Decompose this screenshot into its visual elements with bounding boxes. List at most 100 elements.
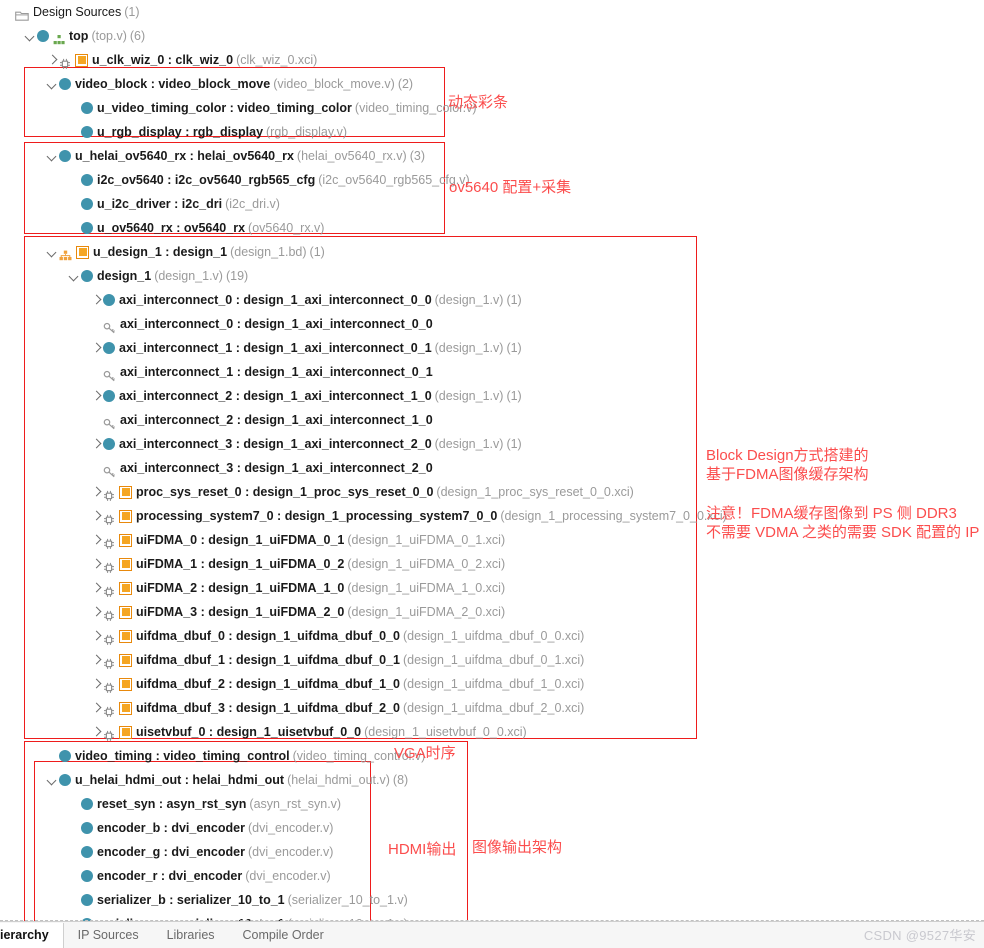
tree-row-filename: (top.v) [91, 29, 127, 43]
tree-row[interactable]: u_helai_hdmi_out : helai_hdmi_out (helai_… [46, 768, 408, 792]
tree-row-label: u_video_timing_color : video_timing_colo… [97, 101, 352, 115]
tab-compile-order[interactable]: Compile Order [229, 923, 338, 948]
chevron-right-icon[interactable] [90, 288, 103, 312]
tree-row[interactable]: u_video_timing_color : video_timing_colo… [68, 96, 477, 120]
chevron-right-icon[interactable] [90, 624, 103, 648]
chevron-right-icon[interactable] [90, 696, 103, 720]
bottom-tab-bar[interactable]: ierarchy IP Sources Libraries Compile Order [0, 921, 984, 948]
orange-square-icon [119, 677, 132, 691]
tree-row-filename: (design_1.v) [434, 341, 504, 355]
chevron-right-icon[interactable] [90, 384, 103, 408]
tree-row[interactable]: axi_interconnect_3 : design_1_axi_interc… [90, 432, 522, 456]
tree-row-count: (1) [506, 389, 522, 403]
tree-row[interactable]: axi_interconnect_1 : design_1_axi_interc… [90, 360, 433, 384]
chevron-down-icon[interactable] [46, 72, 59, 96]
module-icon [37, 30, 49, 42]
tree-row[interactable]: u_helai_ov5640_rx : helai_ov5640_rx (hela… [46, 144, 425, 168]
tree-row[interactable]: encoder_b : dvi_encoder (dvi_encoder.v) [68, 816, 333, 840]
module-icon [81, 822, 93, 834]
chevron-down-icon[interactable] [46, 768, 59, 792]
module-icon [103, 438, 115, 450]
tree-row-count: (1) [506, 293, 522, 307]
tree-row[interactable]: uifdma_dbuf_2 : design_1_uifdma_dbuf_1_0… [90, 672, 584, 696]
tree-row-label: encoder_g : dvi_encoder [97, 845, 245, 859]
chevron-down-icon[interactable] [46, 144, 59, 168]
tree-row[interactable]: u_clk_wiz_0 : clk_wiz_0 (clk_wiz_0.xci) [46, 48, 317, 72]
chevron-right-icon[interactable] [90, 480, 103, 504]
chevron-right-icon[interactable] [46, 48, 59, 72]
module-icon [81, 222, 93, 234]
chevron-down-icon[interactable] [24, 24, 37, 48]
tree-row-filename: (design_1_uifdma_dbuf_2_0.xci) [402, 701, 585, 715]
orange-square-icon [119, 605, 132, 619]
chevron-right-icon[interactable] [90, 336, 103, 360]
ip-pin-icon [103, 534, 115, 549]
tree-row[interactable]: video_timing : video_timing_control (vide… [46, 744, 425, 768]
tree-row[interactable]: reset_syn : asyn_rst_syn (asyn_rst_syn.v) [68, 792, 341, 816]
tree-row[interactable]: proc_sys_reset_0 : design_1_proc_sys_res… [90, 480, 634, 504]
tree-row-filename: (design_1_uifdma_dbuf_1_0.xci) [402, 677, 585, 691]
tree-row-filename: (i2c_ov5640_rgb565_cfg.v) [318, 173, 470, 187]
module-icon [81, 198, 93, 210]
tree-row-filename: (design_1_uifdma_dbuf_0_1.xci) [402, 653, 585, 667]
tree-row[interactable]: top (top.v) (6) [24, 24, 145, 48]
tree-row[interactable]: uifdma_dbuf_1 : design_1_uifdma_dbuf_0_1… [90, 648, 584, 672]
tree-row[interactable]: uiFDMA_2 : design_1_uiFDMA_1_0 (design_1_… [90, 576, 505, 600]
tree-row[interactable]: u_ov5640_rx : ov5640_rx (ov5640_rx.v) [68, 216, 324, 240]
tree-row[interactable]: design_1 (design_1.v) (19) [68, 264, 248, 288]
tree-row[interactable]: uisetvbuf_0 : design_1_uisetvbuf_0_0 (des… [90, 720, 527, 744]
chevron-right-icon[interactable] [90, 432, 103, 456]
annotation-text: Block Design方式搭建的 基于FDMA图像缓存架构 [706, 447, 869, 483]
chevron-down-icon[interactable] [68, 264, 81, 288]
tree-row-label: uiFDMA_0 : design_1_uiFDMA_0_1 [136, 533, 345, 547]
tree-row-filename: (ov5640_rx.v) [248, 221, 325, 235]
chevron-down-icon[interactable] [46, 240, 59, 264]
tree-row[interactable]: u_rgb_display : rgb_display (rgb_display.… [68, 120, 347, 144]
tree-row[interactable]: uiFDMA_3 : design_1_uiFDMA_2_0 (design_1_… [90, 600, 505, 624]
tab-ip-sources[interactable]: IP Sources [64, 923, 153, 948]
tree-row[interactable]: encoder_g : dvi_encoder (dvi_encoder.v) [68, 840, 333, 864]
tree-row-label: video_timing : video_timing_control [75, 749, 290, 763]
chevron-right-icon[interactable] [90, 552, 103, 576]
tree-row-filename: (dvi_encoder.v) [247, 821, 334, 835]
tree-row[interactable]: axi_interconnect_2 : design_1_axi_interc… [90, 408, 433, 432]
tree-row[interactable]: axi_interconnect_1 : design_1_axi_interc… [90, 336, 522, 360]
tree-row[interactable]: axi_interconnect_2 : design_1_axi_interc… [90, 384, 522, 408]
tree-row[interactable]: axi_interconnect_0 : design_1_axi_interc… [90, 312, 433, 336]
tree-row[interactable]: uifdma_dbuf_0 : design_1_uifdma_dbuf_0_0… [90, 624, 584, 648]
tree-row[interactable]: uiFDMA_1 : design_1_uiFDMA_0_2 (design_1_… [90, 552, 505, 576]
tree-row[interactable]: u_i2c_driver : i2c_dri (i2c_dri.v) [68, 192, 280, 216]
tree-row-filename: (design_1.v) [434, 293, 504, 307]
chevron-right-icon[interactable] [90, 504, 103, 528]
tree-row[interactable]: uifdma_dbuf_3 : design_1_uifdma_dbuf_2_0… [90, 696, 584, 720]
chevron-right-icon[interactable] [90, 672, 103, 696]
chevron-right-icon[interactable] [90, 528, 103, 552]
chevron-right-icon[interactable] [90, 600, 103, 624]
tree-row[interactable]: serializer_b : serializer_10_to_1 (serial… [68, 888, 408, 912]
tree-row[interactable]: uiFDMA_0 : design_1_uiFDMA_0_1 (design_1_… [90, 528, 505, 552]
tree-row[interactable]: Design Sources (1) [2, 0, 140, 24]
chevron-right-icon[interactable] [90, 720, 103, 744]
tree-row-label: encoder_b : dvi_encoder [97, 821, 245, 835]
tree-row-label: axi_interconnect_3 : design_1_axi_interc… [120, 461, 433, 475]
tree-row[interactable]: i2c_ov5640 : i2c_ov5640_rgb565_cfg (i2c_o… [68, 168, 470, 192]
tab-libraries[interactable]: Libraries [153, 923, 229, 948]
tree-row[interactable]: axi_interconnect_3 : design_1_axi_interc… [90, 456, 433, 480]
tree-row-label: axi_interconnect_0 : design_1_axi_interc… [120, 317, 433, 331]
tree-row-filename: (design_1.v) [154, 269, 223, 283]
chevron-right-icon[interactable] [90, 576, 103, 600]
tree-row-label: u_clk_wiz_0 : clk_wiz_0 [92, 53, 234, 67]
tree-row[interactable]: video_block : video_block_move (video_blo… [46, 72, 413, 96]
tree-row[interactable]: u_design_1 : design_1 (design_1.bd) (1) [46, 240, 325, 264]
tab-ierarchy[interactable]: ierarchy [0, 922, 64, 948]
tree-row-label: uifdma_dbuf_2 : design_1_uifdma_dbuf_1_0 [136, 677, 400, 691]
chevron-right-icon[interactable] [90, 648, 103, 672]
tree-row-filename: (design_1.v) [434, 389, 504, 403]
tree-row[interactable]: encoder_r : dvi_encoder (dvi_encoder.v) [68, 864, 331, 888]
tree-row[interactable]: axi_interconnect_0 : design_1_axi_interc… [90, 288, 522, 312]
tree-row-label: uifdma_dbuf_3 : design_1_uifdma_dbuf_2_0 [136, 701, 400, 715]
tree-row[interactable]: processing_system7_0 : design_1_processi… [90, 504, 727, 528]
